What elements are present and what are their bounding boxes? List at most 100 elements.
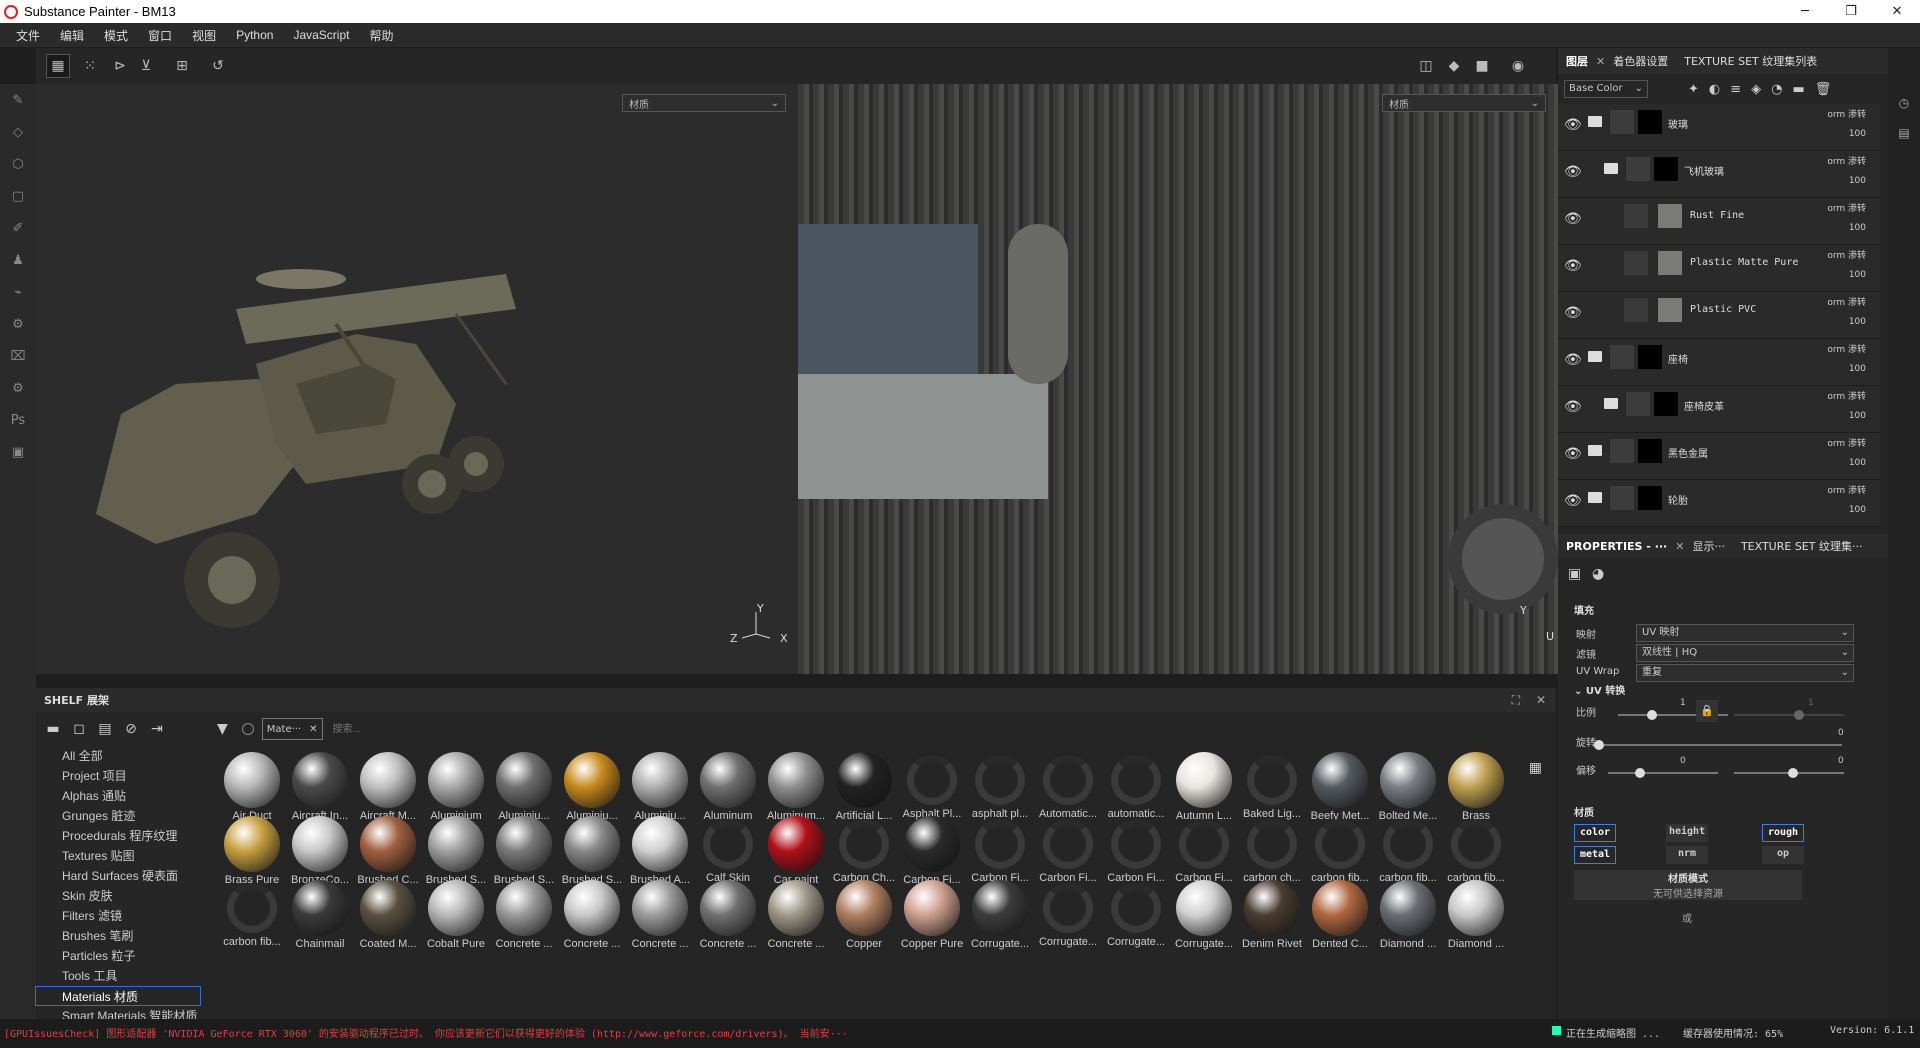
minimize-icon[interactable]: ─ bbox=[1782, 0, 1828, 23]
eye-icon[interactable]: 👁 bbox=[1564, 493, 1582, 509]
material-tile[interactable]: Corrugate... bbox=[1171, 880, 1237, 958]
material-tile[interactable]: Denim Rivet bbox=[1239, 880, 1305, 958]
viewport-3d[interactable]: 材质 ⌄ Y X Z bbox=[36, 84, 798, 674]
viewport2d-material-dropdown[interactable]: 材质 ⌄ bbox=[1382, 94, 1546, 112]
folder-icon[interactable]: ▬ bbox=[40, 721, 66, 737]
shelf-category-item[interactable]: Textures 贴图 bbox=[36, 846, 201, 866]
channel-dropdown[interactable]: Base Color ⌄ bbox=[1564, 80, 1648, 98]
tab-shader-settings[interactable]: 着色器设置 bbox=[1613, 53, 1668, 69]
export-icon[interactable]: ⌧ bbox=[0, 340, 36, 372]
menu-javascript[interactable]: JavaScript bbox=[293, 28, 349, 42]
eye-icon[interactable]: 👁 bbox=[1564, 211, 1582, 227]
layer-row[interactable]: 👁 黑色金属 orm 渗转 100 bbox=[1558, 433, 1880, 480]
lock-icon[interactable]: 🔒 bbox=[1696, 700, 1718, 722]
add-fill-icon[interactable]: ◈ bbox=[1751, 82, 1761, 97]
material-tile[interactable]: Concrete ... bbox=[763, 880, 829, 958]
scale-slider-2[interactable] bbox=[1734, 714, 1844, 716]
layer-row[interactable]: 👁 轮胎 orm 渗转 100 bbox=[1558, 480, 1880, 527]
scale-knob[interactable] bbox=[1647, 710, 1657, 720]
shelf-category-item[interactable]: Tools 工具 bbox=[36, 966, 201, 986]
view-3d2d-icon[interactable]: ▦ bbox=[46, 54, 70, 78]
color-picker-icon[interactable]: ⌁ bbox=[0, 276, 36, 308]
layer-opacity[interactable]: 100 bbox=[1849, 411, 1866, 421]
blend-mode[interactable]: orm 渗转 bbox=[1827, 436, 1866, 449]
tab-texture-set[interactable]: TEXTURE SET 纹理集··· bbox=[1741, 538, 1863, 554]
shelf-category-item[interactable]: Filters 滤镜 bbox=[36, 906, 201, 926]
folder-icon[interactable] bbox=[1588, 492, 1602, 503]
delete-icon[interactable]: 🗑 bbox=[1815, 82, 1832, 97]
close-icon[interactable]: ✕ bbox=[309, 724, 317, 735]
eye-icon[interactable]: 👁 bbox=[1564, 117, 1582, 133]
channel-metal-button[interactable]: metal bbox=[1574, 846, 1616, 864]
plugin-icon[interactable]: ▣ bbox=[0, 436, 36, 468]
material-tile[interactable]: Concrete ... bbox=[559, 880, 625, 958]
screenshot-icon[interactable]: ◉ bbox=[1506, 54, 1530, 78]
eye-icon[interactable]: 👁 bbox=[1564, 399, 1582, 415]
shelf-category-item[interactable]: Brushes 笔刷 bbox=[36, 926, 201, 946]
material-tile[interactable]: Coated M... bbox=[355, 880, 421, 958]
layer-opacity[interactable]: 100 bbox=[1849, 505, 1866, 515]
history-icon[interactable]: ◷ bbox=[1888, 88, 1920, 118]
tab-display[interactable]: 显示··· bbox=[1692, 538, 1725, 554]
mapping-dropdown[interactable]: UV 映射 ⌄ bbox=[1636, 624, 1854, 642]
blend-mode[interactable]: orm 渗转 bbox=[1827, 295, 1866, 308]
filter-tag-chip[interactable]: Mate··· ✕ bbox=[261, 718, 323, 740]
projection-icon[interactable]: ⬡ bbox=[0, 148, 36, 180]
shelf-category-item[interactable]: Hard Surfaces 硬表面 bbox=[36, 866, 201, 886]
blend-mode[interactable]: orm 渗转 bbox=[1827, 107, 1866, 120]
material-mode-box[interactable]: 材质模式 无可供选择资源 bbox=[1574, 870, 1802, 900]
hide-icon[interactable]: ⊘ bbox=[118, 721, 144, 737]
rotation-knob[interactable] bbox=[1594, 740, 1604, 750]
close-icon[interactable]: ✕ bbox=[1675, 540, 1684, 553]
material-tile[interactable]: Dented C... bbox=[1307, 880, 1373, 958]
channel-color-button[interactable]: color bbox=[1574, 824, 1616, 842]
layer-opacity[interactable]: 100 bbox=[1849, 129, 1866, 139]
maximize-icon[interactable]: ⛶ bbox=[1512, 693, 1520, 708]
menu-python[interactable]: Python bbox=[236, 28, 273, 42]
blend-mode[interactable]: orm 渗转 bbox=[1827, 154, 1866, 167]
split-view-icon[interactable]: ◫ bbox=[1414, 54, 1438, 78]
log-icon[interactable]: ▤ bbox=[1888, 118, 1920, 148]
photoshop-icon[interactable]: Ps bbox=[0, 404, 36, 436]
mirror-x-icon[interactable]: ⊳ bbox=[108, 54, 132, 78]
rotation-slider[interactable] bbox=[1598, 744, 1842, 746]
offset-u-slider[interactable] bbox=[1608, 772, 1718, 774]
add-smart-material-icon[interactable]: ◔ bbox=[1771, 82, 1782, 97]
layer-row[interactable]: 👁 飞机玻璃 orm 渗转 100 bbox=[1558, 151, 1880, 198]
paint-brush-icon[interactable]: ✎ bbox=[0, 84, 36, 116]
close-icon[interactable]: ✕ bbox=[1596, 55, 1605, 68]
layer-icon[interactable]: ▣ bbox=[1568, 566, 1581, 582]
eye-icon[interactable]: 👁 bbox=[1564, 305, 1582, 321]
menu-mode[interactable]: 模式 bbox=[104, 27, 128, 44]
cube-icon[interactable]: ◆ bbox=[1442, 54, 1466, 78]
shelf-category-item[interactable]: Project 项目 bbox=[36, 766, 201, 786]
layer-row[interactable]: 👁 座椅皮革 orm 渗转 100 bbox=[1558, 386, 1880, 433]
folder-icon[interactable] bbox=[1588, 116, 1602, 127]
folder-icon[interactable] bbox=[1604, 398, 1618, 409]
eye-icon[interactable]: 👁 bbox=[1564, 258, 1582, 274]
material-tile[interactable]: Copper bbox=[831, 880, 897, 958]
smudge-icon[interactable]: ✐ bbox=[0, 212, 36, 244]
add-icon[interactable]: ⊞ bbox=[170, 54, 194, 78]
folder-icon[interactable] bbox=[1588, 445, 1602, 456]
menu-view[interactable]: 视图 bbox=[192, 27, 216, 44]
layer-row[interactable]: 👁 玻璃 orm 渗转 100 bbox=[1558, 104, 1880, 151]
shelf-category-item[interactable]: Materials 材质 bbox=[35, 986, 201, 1006]
channel-rough-button[interactable]: rough bbox=[1762, 824, 1804, 842]
blend-mode[interactable]: orm 渗转 bbox=[1827, 389, 1866, 402]
geometry-mask-icon[interactable]: ▢ bbox=[0, 180, 36, 212]
material-tile[interactable]: Cobalt Pure bbox=[423, 880, 489, 958]
layer-opacity[interactable]: 100 bbox=[1849, 458, 1866, 468]
uv-transform-title[interactable]: ⌄ UV 转换 bbox=[1574, 682, 1625, 697]
material-icon[interactable]: ◕ bbox=[1592, 566, 1604, 582]
add-layer-icon[interactable]: ≡ bbox=[1730, 82, 1741, 97]
shelf-category-item[interactable]: Particles 粒子 bbox=[36, 946, 201, 966]
camera-icon[interactable]: ■ bbox=[1470, 54, 1494, 78]
layer-row[interactable]: 👁 Rust Fine orm 渗转 100 bbox=[1558, 198, 1880, 245]
settings-icon[interactable]: ⚙ bbox=[0, 372, 36, 404]
channel-op-button[interactable]: op bbox=[1762, 846, 1804, 864]
wrap-dropdown[interactable]: 重复 ⌄ bbox=[1636, 664, 1854, 682]
tab-texture-set-list[interactable]: TEXTURE SET 纹理集列表 bbox=[1684, 53, 1817, 69]
shelf-category-item[interactable]: Skin 皮肤 bbox=[36, 886, 201, 906]
layer-opacity[interactable]: 100 bbox=[1849, 223, 1866, 233]
